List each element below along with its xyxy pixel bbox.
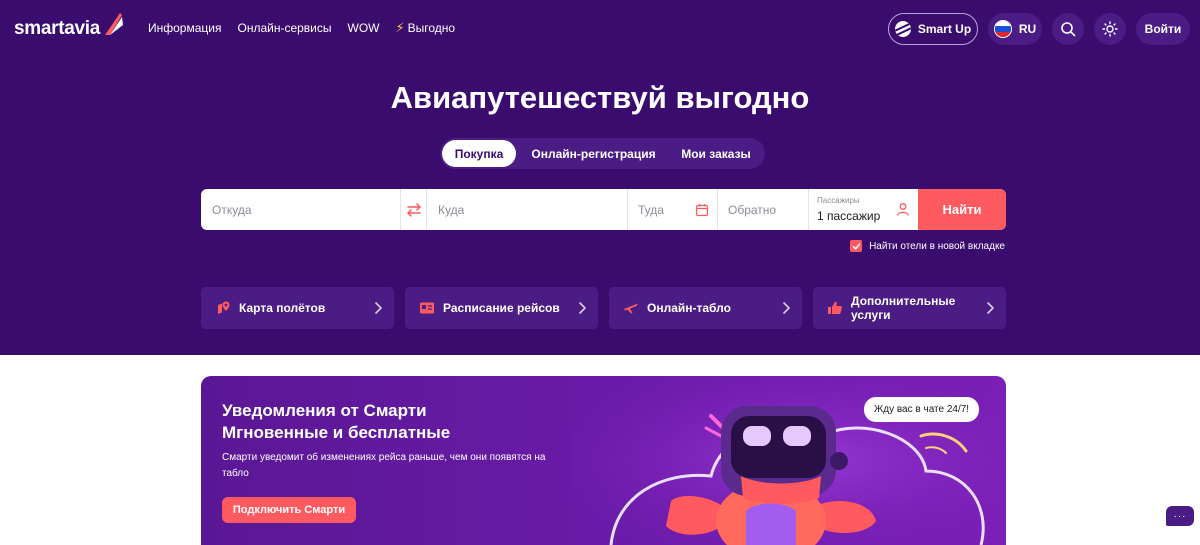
nav-item-info[interactable]: Информация bbox=[148, 21, 221, 35]
logo-mark-icon bbox=[105, 13, 124, 35]
promo-subtitle: Смарти уведомит об изменениях рейса рань… bbox=[222, 452, 546, 479]
nav-item-deals[interactable]: ⚡ Выгодно bbox=[396, 20, 456, 36]
chevron-right-icon bbox=[987, 302, 994, 314]
depart-date-field[interactable]: Туда bbox=[628, 189, 718, 230]
find-button[interactable]: Найти bbox=[918, 189, 1006, 230]
hotels-checkbox-label: Найти отели в новой вкладке bbox=[869, 240, 1005, 252]
nav-item-wow[interactable]: WOW bbox=[348, 21, 380, 35]
logo[interactable]: smartavia bbox=[14, 12, 124, 46]
quick-link-label: Онлайн-табло bbox=[647, 301, 731, 315]
hotels-option: Найти отели в новой вкладке bbox=[850, 240, 1005, 252]
russia-flag-icon bbox=[993, 20, 1012, 38]
smart-up-label: Smart Up bbox=[917, 22, 972, 36]
swap-arrows-icon bbox=[406, 202, 421, 217]
to-field[interactable]: Куда bbox=[427, 189, 628, 230]
checkmark-icon bbox=[852, 242, 860, 250]
login-button[interactable]: Войти bbox=[1136, 13, 1190, 45]
smart-up-globe-icon bbox=[894, 21, 911, 37]
nav-item-deals-label: Выгодно bbox=[407, 21, 456, 35]
quick-link-schedule[interactable]: Расписание рейсов bbox=[405, 287, 598, 329]
tab-purchase[interactable]: Покупка bbox=[442, 140, 516, 167]
sun-icon bbox=[1102, 21, 1118, 37]
map-pin-icon bbox=[215, 300, 231, 316]
quick-link-label: Дополнительные услуги bbox=[851, 294, 956, 322]
tab-my-orders[interactable]: Мои заказы bbox=[671, 140, 761, 167]
return-date-field[interactable]: Обратно bbox=[718, 189, 809, 230]
passengers-field[interactable]: Пассажиры 1 пассажир bbox=[809, 189, 918, 230]
user-icon bbox=[897, 203, 909, 216]
quick-links: Карта полётов Расписание рейсов Онлайн-т… bbox=[201, 287, 1006, 329]
tab-online-checkin[interactable]: Онлайн-регистрация bbox=[516, 140, 671, 167]
hero-section: smartavia Информация Онлайн-сервисы WOW … bbox=[0, 0, 1200, 355]
search-button[interactable] bbox=[1052, 13, 1084, 45]
thumbs-up-icon bbox=[827, 300, 843, 316]
page-title: Авиапутешествуй выгодно bbox=[390, 80, 810, 115]
logo-text: smartavia bbox=[14, 18, 101, 39]
quick-link-flight-map[interactable]: Карта полётов bbox=[201, 287, 394, 329]
theme-toggle-button[interactable] bbox=[1094, 13, 1126, 45]
lightning-icon: ⚡ bbox=[395, 20, 405, 35]
promo-title-line1: Уведомления от Смарти bbox=[222, 401, 427, 420]
smart-up-button[interactable]: Smart Up bbox=[888, 13, 978, 45]
chevron-right-icon bbox=[783, 302, 790, 314]
calendar-icon bbox=[695, 203, 709, 216]
chevron-right-icon bbox=[579, 302, 586, 314]
passengers-value: 1 пассажир bbox=[817, 209, 881, 223]
quick-link-extra-services[interactable]: Дополнительные услуги bbox=[813, 287, 1006, 329]
from-field[interactable]: Откуда bbox=[201, 189, 401, 230]
nav-item-online-services[interactable]: Онлайн-сервисы bbox=[237, 21, 331, 35]
schedule-icon bbox=[419, 300, 435, 316]
depart-date-placeholder: Туда bbox=[638, 202, 664, 217]
chevron-right-icon bbox=[375, 302, 382, 314]
chat-speech-bubble: Жду вас в чате 24/7! bbox=[864, 397, 980, 422]
flight-search-form: Откуда Куда Туда Обратно Пассажиры 1 пас… bbox=[201, 189, 1006, 230]
smarty-promo-banner: Уведомления от Смарти Мгновенные и беспл… bbox=[201, 376, 1006, 545]
promo-title: Уведомления от Смарти Мгновенные и беспл… bbox=[222, 400, 542, 444]
passengers-label: Пассажиры bbox=[817, 196, 860, 205]
search-icon bbox=[1061, 22, 1076, 37]
connect-smarty-button[interactable]: Подключить Смарти bbox=[222, 497, 356, 523]
promo-title-line2: Мгновенные и бесплатные bbox=[222, 423, 451, 442]
booking-tabs: Покупка Онлайн-регистрация Мои заказы bbox=[440, 138, 765, 169]
language-label: RU bbox=[1018, 22, 1037, 36]
quick-link-label: Карта полётов bbox=[239, 301, 326, 315]
plane-icon bbox=[623, 300, 639, 316]
main-nav: Информация Онлайн-сервисы WOW ⚡ Выгодно bbox=[148, 20, 455, 36]
chat-widget-button[interactable]: ··· bbox=[1166, 506, 1194, 526]
language-button[interactable]: RU bbox=[988, 13, 1042, 45]
quick-link-online-board[interactable]: Онлайн-табло bbox=[609, 287, 802, 329]
hotels-checkbox[interactable] bbox=[850, 240, 863, 252]
swap-button[interactable] bbox=[401, 189, 427, 230]
header-actions: Smart Up RU Войти bbox=[888, 13, 1190, 45]
quick-link-label: Расписание рейсов bbox=[443, 301, 560, 315]
